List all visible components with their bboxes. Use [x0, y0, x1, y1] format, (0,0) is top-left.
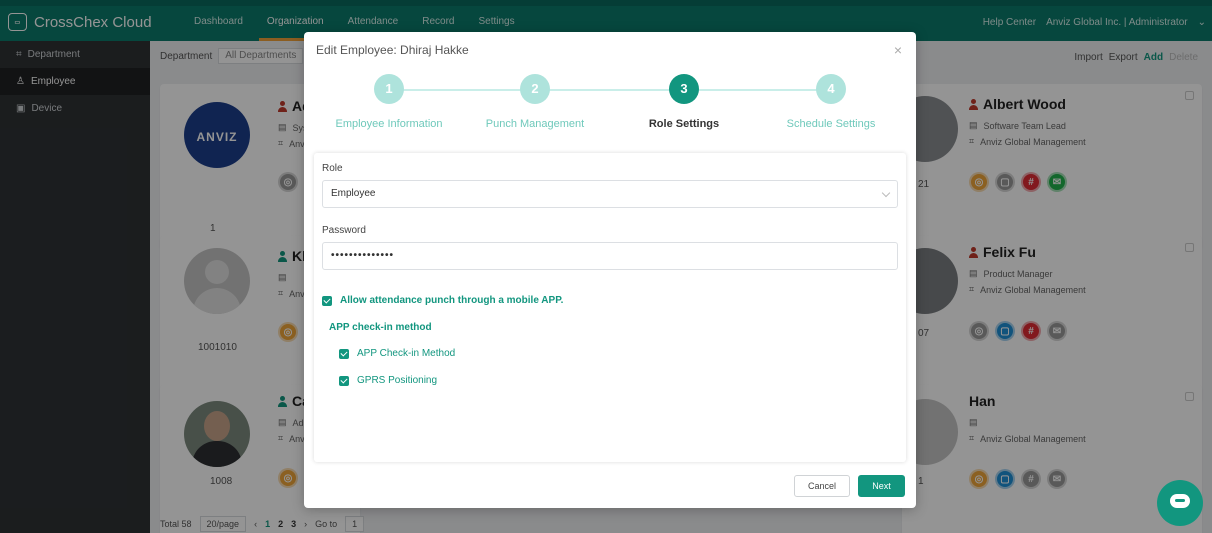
- next-button[interactable]: Next: [858, 475, 905, 497]
- step-number: 1: [374, 74, 404, 104]
- chat-widget-button[interactable]: [1157, 480, 1203, 526]
- step-label: Schedule Settings: [786, 118, 876, 130]
- allow-app-label: Allow attendance punch through a mobile …: [340, 295, 564, 306]
- role-value: Employee: [331, 188, 376, 199]
- step-label: Punch Management: [485, 118, 585, 130]
- chevron-down-icon: [881, 188, 891, 198]
- gprs-checkbox[interactable]: GPRS Positioning: [339, 375, 437, 386]
- gprs-label: GPRS Positioning: [357, 375, 438, 386]
- cancel-button[interactable]: Cancel: [794, 475, 850, 497]
- method-heading: APP check-in method: [329, 322, 432, 333]
- step-number: 2: [520, 74, 550, 104]
- app-checkin-label: APP Check-in Method: [357, 348, 456, 359]
- role-select[interactable]: Employee: [322, 180, 898, 208]
- step-3[interactable]: 3 Role Settings: [609, 74, 759, 130]
- checkbox-checked-icon: [322, 295, 332, 306]
- step-number: 3: [669, 74, 699, 104]
- close-icon[interactable]: ×: [894, 42, 902, 58]
- allow-app-checkbox[interactable]: Allow attendance punch through a mobile …: [322, 295, 563, 306]
- role-settings-form: Role Employee Password •••••••••••••• Al…: [314, 153, 906, 462]
- step-number: 4: [816, 74, 846, 104]
- checkbox-checked-icon: [339, 348, 349, 359]
- step-1[interactable]: 1 Employee Information: [314, 74, 464, 130]
- password-label: Password: [322, 225, 366, 236]
- dialog-title: Edit Employee: Dhiraj Hakke: [316, 43, 469, 57]
- password-field[interactable]: ••••••••••••••: [322, 242, 898, 270]
- step-4[interactable]: 4 Schedule Settings: [756, 74, 906, 130]
- role-label: Role: [322, 163, 343, 174]
- checkbox-checked-icon: [339, 375, 349, 386]
- wizard-steps: 1 Employee Information 2 Punch Managemen…: [304, 74, 916, 134]
- step-label: Employee Information: [335, 118, 443, 130]
- step-2[interactable]: 2 Punch Management: [460, 74, 610, 130]
- step-label: Role Settings: [648, 118, 720, 130]
- app-checkin-checkbox[interactable]: APP Check-in Method: [339, 348, 455, 359]
- edit-employee-dialog: Edit Employee: Dhiraj Hakke × 1 Employee…: [304, 32, 916, 508]
- chat-bubble-icon: [1170, 494, 1190, 508]
